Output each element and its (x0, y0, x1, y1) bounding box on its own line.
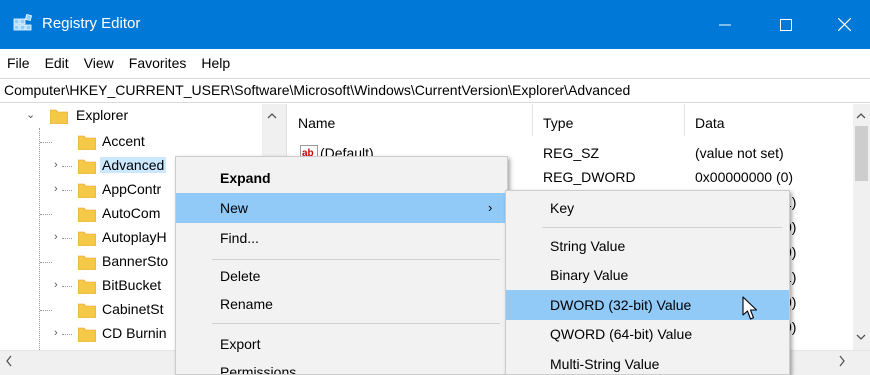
folder-icon (78, 231, 96, 246)
tree-item-label: BannerSto (102, 253, 169, 269)
scroll-up-icon[interactable] (267, 112, 277, 119)
tree-item-label: AutoplayH (102, 229, 167, 245)
scroll-down-icon[interactable] (856, 334, 866, 341)
values-vertical-scrollbar[interactable] (853, 104, 870, 350)
context-menu: Expand New › Find... Delete Rename Expor… (175, 156, 508, 375)
close-button[interactable] (815, 0, 870, 49)
tree-item-label: Advanced (100, 157, 167, 173)
tree-item-label: Explorer (76, 107, 129, 123)
scroll-up-icon[interactable] (856, 112, 866, 119)
menu-favorites[interactable]: Favorites (129, 55, 187, 71)
menu-file[interactable]: File (7, 55, 30, 71)
menu-separator (212, 259, 500, 260)
context-menu-find[interactable]: Find... (176, 223, 507, 253)
context-menu-permissions[interactable]: Permissions (176, 357, 507, 374)
mouse-pointer-icon (742, 296, 758, 320)
scroll-left-icon[interactable] (5, 355, 13, 367)
tree-item-explorer[interactable]: ⌄ Explorer (0, 104, 282, 128)
folder-icon (50, 109, 68, 124)
folder-icon (78, 183, 96, 198)
value-type: REG_DWORD (543, 169, 636, 185)
chevron-right-icon[interactable]: › (54, 279, 64, 291)
folder-icon (78, 207, 96, 222)
submenu-binary-value[interactable]: Binary Value (506, 260, 789, 290)
context-menu-rename[interactable]: Rename (176, 289, 507, 319)
menu-edit[interactable]: Edit (45, 55, 69, 71)
registry-icon (13, 14, 33, 31)
context-menu-new[interactable]: New › (176, 193, 507, 223)
menu-bar: File Edit View Favorites Help (0, 49, 870, 77)
menu-separator (212, 323, 500, 324)
title-bar: Registry Editor (0, 0, 870, 49)
new-submenu: Key String Value Binary Value DWORD (32-… (505, 190, 790, 375)
scroll-thumb[interactable] (855, 126, 868, 181)
submenu-qword-value[interactable]: QWORD (64-bit) Value (506, 319, 789, 349)
column-header-type[interactable]: Type (533, 104, 685, 136)
tree-item-label: CabinetSt (102, 301, 164, 317)
submenu-key[interactable]: Key (506, 193, 789, 223)
minimize-button[interactable] (696, 0, 754, 49)
tree-item-label: AppContr (102, 181, 162, 197)
value-data: 0x00000000 (0) (695, 169, 794, 185)
menu-view[interactable]: View (84, 55, 114, 71)
maximize-icon (780, 18, 792, 31)
folder-icon (78, 327, 96, 342)
value-type: REG_SZ (543, 145, 600, 161)
chevron-right-icon[interactable]: › (54, 231, 64, 243)
tree-item-label: AutoCom (102, 205, 161, 221)
submenu-multi-string-value[interactable]: Multi-String Value (506, 349, 789, 374)
folder-icon (78, 255, 96, 270)
chevron-right-icon[interactable]: › (54, 327, 64, 339)
menu-separator (542, 227, 782, 228)
scroll-right-icon[interactable] (838, 355, 846, 367)
value-data: (value not set) (695, 145, 784, 161)
chevron-right-icon[interactable]: › (54, 159, 64, 171)
menu-help[interactable]: Help (201, 55, 230, 71)
window-title: Registry Editor (42, 15, 141, 32)
tree-item-accent[interactable]: Accent (0, 130, 282, 154)
context-menu-delete[interactable]: Delete (176, 261, 507, 291)
submenu-arrow-icon: › (488, 200, 493, 215)
close-icon (837, 18, 851, 31)
maximize-button[interactable] (757, 0, 815, 49)
tree-item-label: CD Burnin (102, 325, 167, 341)
column-header-data[interactable]: Data (685, 104, 853, 136)
context-menu-export[interactable]: Export (176, 329, 507, 359)
folder-icon (78, 159, 96, 174)
context-menu-expand[interactable]: Expand (176, 163, 507, 193)
folder-icon (78, 303, 96, 318)
folder-icon (78, 135, 96, 150)
folder-icon (78, 279, 96, 294)
address-bar[interactable]: Computer\HKEY_CURRENT_USER\Software\Micr… (0, 78, 870, 103)
tree-item-label: BitBucket (102, 277, 162, 293)
submenu-string-value[interactable]: String Value (506, 231, 789, 261)
tree-item-label: Accent (102, 133, 145, 149)
minimize-icon (719, 24, 731, 25)
chevron-right-icon[interactable]: › (54, 183, 64, 195)
chevron-down-icon[interactable]: ⌄ (26, 109, 36, 121)
column-header-name[interactable]: Name (288, 104, 533, 136)
